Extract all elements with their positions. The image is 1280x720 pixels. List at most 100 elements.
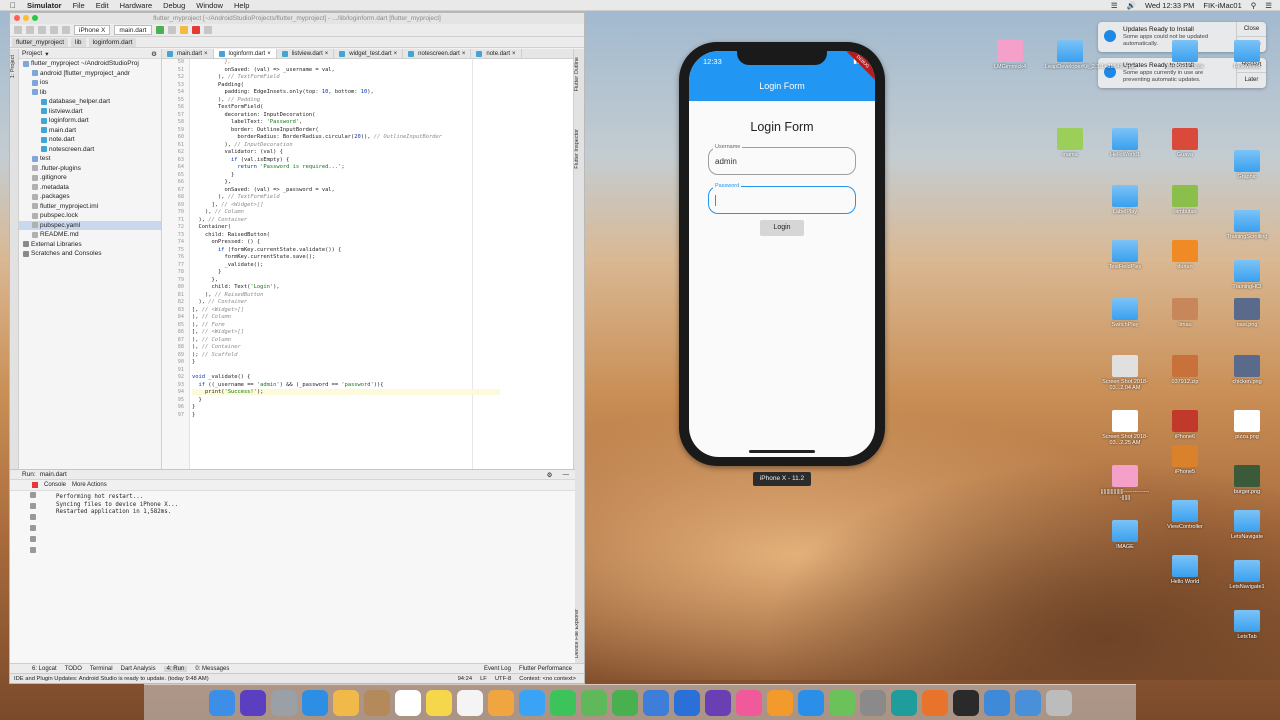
close-tab-icon[interactable]: × bbox=[462, 51, 466, 57]
tree-item[interactable]: pubspec.lock bbox=[19, 211, 161, 221]
menu-hardware[interactable]: Hardware bbox=[120, 1, 153, 10]
desktop-icon[interactable]: IMAGE bbox=[1100, 520, 1150, 550]
desktop-icon[interactable]: Guava bbox=[1160, 128, 1210, 158]
desktop-icon[interactable]: rambutan bbox=[1160, 185, 1210, 215]
finder-icon[interactable] bbox=[208, 689, 235, 716]
launchpad-icon[interactable] bbox=[270, 689, 297, 716]
run-config-selector[interactable]: main.dart bbox=[114, 25, 152, 35]
close-tab-icon[interactable]: × bbox=[267, 51, 271, 57]
desktop-icon[interactable]: LabelPlay bbox=[1100, 185, 1150, 215]
run-config-tab[interactable]: main.dart bbox=[40, 471, 67, 478]
volume-icon[interactable]: 🔊 bbox=[1127, 1, 1136, 10]
desktop-icon[interactable]: iPhone5 bbox=[1160, 445, 1210, 475]
menu-file[interactable]: File bbox=[73, 1, 85, 10]
tree-item[interactable]: Scratches and Consoles bbox=[19, 249, 161, 259]
desktop-icon[interactable]: SwitchPlay bbox=[1100, 298, 1150, 328]
side-tab-flutter-outline[interactable]: Flutter Outline bbox=[574, 57, 583, 92]
desktop-icon[interactable]: limau bbox=[1160, 298, 1210, 328]
messages-icon[interactable] bbox=[518, 689, 545, 716]
minimize-window-icon[interactable] bbox=[23, 15, 29, 21]
close-tab-icon[interactable]: × bbox=[325, 51, 329, 57]
tool-tab-todo[interactable]: TODO bbox=[65, 666, 82, 672]
desktop-icon[interactable]: ||||||||||||||||---------------|||||| bbox=[1100, 465, 1150, 501]
code-content[interactable]: }, onSaved: (val) => _username = val, ),… bbox=[192, 59, 574, 469]
menu-app-name[interactable]: Simulator bbox=[27, 1, 62, 10]
maya-icon[interactable] bbox=[890, 689, 917, 716]
desktop-icon[interactable]: TextFieldPlay bbox=[1100, 240, 1150, 270]
console-output[interactable]: Performing hot restart... Syncing files t… bbox=[56, 494, 178, 517]
simulator-screen[interactable]: DEBUG 12:33 ▮▮ Login Form Login Form Use… bbox=[689, 51, 875, 457]
desktop-icon[interactable]: nasi.png bbox=[1222, 298, 1272, 328]
sdk-manager-icon[interactable] bbox=[203, 26, 212, 34]
desktop-icon[interactable]: LetsStaticTable bbox=[1160, 40, 1210, 70]
tree-item[interactable]: External Libraries bbox=[19, 240, 161, 250]
desktop-icon[interactable]: ViewController bbox=[1160, 500, 1210, 530]
username-field[interactable]: Username admin bbox=[708, 144, 856, 175]
documents-folder-icon[interactable] bbox=[1014, 689, 1041, 716]
forward-icon[interactable] bbox=[62, 26, 70, 34]
editor-tab[interactable]: note.dart × bbox=[471, 49, 522, 58]
numbers-icon[interactable] bbox=[611, 689, 638, 716]
close-tab-icon[interactable]: × bbox=[204, 51, 208, 57]
desktop-icon[interactable]: Screen Shot 2018-03...2.04 AM bbox=[1100, 355, 1150, 391]
clock-text[interactable]: Wed 12:33 PM bbox=[1145, 1, 1194, 10]
search-icon[interactable]: ⚲ bbox=[1251, 1, 1257, 10]
side-tab-device-file-explorer[interactable]: Device File Explorer bbox=[574, 609, 583, 658]
tree-item[interactable]: README.md bbox=[19, 230, 161, 240]
chevron-down-icon[interactable]: ▾ bbox=[45, 50, 48, 58]
file-encoding[interactable]: UTF-8 bbox=[495, 676, 511, 682]
stop-icon[interactable] bbox=[32, 482, 38, 488]
scroll-up-icon[interactable] bbox=[30, 503, 36, 509]
tool-tab-terminal[interactable]: Terminal bbox=[90, 666, 113, 672]
side-tab-project[interactable]: 1: Project bbox=[10, 55, 19, 78]
tree-item[interactable]: test bbox=[19, 154, 161, 164]
tool-tab-event-log[interactable]: Event Log bbox=[484, 666, 511, 672]
soft-wrap-icon[interactable] bbox=[30, 525, 36, 531]
breadcrumb-file[interactable]: loginform.dart bbox=[88, 37, 137, 47]
visual-studio-icon[interactable] bbox=[704, 689, 731, 716]
tree-item[interactable]: listview.dart bbox=[19, 107, 161, 117]
tree-item[interactable]: ios bbox=[19, 78, 161, 88]
context-indicator[interactable]: Context: <no context> bbox=[519, 676, 576, 682]
tool-tab-run[interactable]: 4: Run bbox=[163, 665, 188, 672]
android-studio-icon[interactable] bbox=[828, 689, 855, 716]
blender-icon[interactable] bbox=[921, 689, 948, 716]
breadcrumb-project[interactable]: flutter_myproject bbox=[12, 37, 69, 47]
trash-icon[interactable] bbox=[30, 547, 36, 553]
menu-window[interactable]: Window bbox=[196, 1, 223, 10]
ibooks-icon[interactable] bbox=[766, 689, 793, 716]
tool-tab-logcat[interactable]: 6: Logcat bbox=[32, 666, 57, 672]
close-tab-icon[interactable]: × bbox=[394, 51, 398, 57]
contacts-icon[interactable] bbox=[363, 689, 390, 716]
close-window-icon[interactable] bbox=[14, 15, 20, 21]
tree-item[interactable]: flutter_myproject.iml bbox=[19, 202, 161, 212]
tree-item[interactable]: lib bbox=[19, 88, 161, 98]
desktop-icon[interactable]: Screen Shot 2018-03...2.25 AM bbox=[1100, 410, 1150, 446]
minimize-panel-icon[interactable]: — bbox=[563, 471, 570, 478]
itunes-icon[interactable] bbox=[735, 689, 762, 716]
desktop-icon[interactable]: LMGimmick4 bbox=[985, 40, 1035, 70]
open-icon[interactable] bbox=[14, 26, 22, 34]
desktop-icon[interactable]: LetsTab bbox=[1222, 610, 1272, 640]
back-icon[interactable] bbox=[50, 26, 58, 34]
desktop-icon[interactable]: durian bbox=[1160, 240, 1210, 270]
tree-item[interactable]: .gitignore bbox=[19, 173, 161, 183]
desktop-icon[interactable]: Graphic bbox=[1222, 150, 1272, 180]
desktop-icon[interactable]: burger.png bbox=[1222, 465, 1272, 495]
tool-tab-flutter-performance[interactable]: Flutter Performance bbox=[519, 666, 572, 672]
desktop-icon[interactable]: iPhone6 bbox=[1160, 410, 1210, 440]
trash-icon[interactable] bbox=[1045, 689, 1072, 716]
menu-edit[interactable]: Edit bbox=[96, 1, 109, 10]
desktop-icon[interactable]: HelloWorld bbox=[1222, 40, 1272, 70]
maps-icon[interactable] bbox=[580, 689, 607, 716]
app-store-icon[interactable] bbox=[797, 689, 824, 716]
console-tab[interactable]: Console bbox=[44, 482, 66, 488]
editor-tab[interactable]: widget_test.dart × bbox=[334, 49, 404, 58]
later-button[interactable]: Later bbox=[1236, 73, 1266, 88]
desktop-icon[interactable]: pizza.png bbox=[1222, 410, 1272, 440]
desktop-icon[interactable]: LetsNavigate1 bbox=[1222, 560, 1272, 590]
notes-icon[interactable] bbox=[425, 689, 452, 716]
system-preferences-icon[interactable] bbox=[859, 689, 886, 716]
desktop-icon[interactable]: LeapDeveloperKit_2.3.1+31549_mac bbox=[1045, 40, 1136, 70]
desktop-icon[interactable]: TrainingScrolling bbox=[1222, 210, 1272, 240]
